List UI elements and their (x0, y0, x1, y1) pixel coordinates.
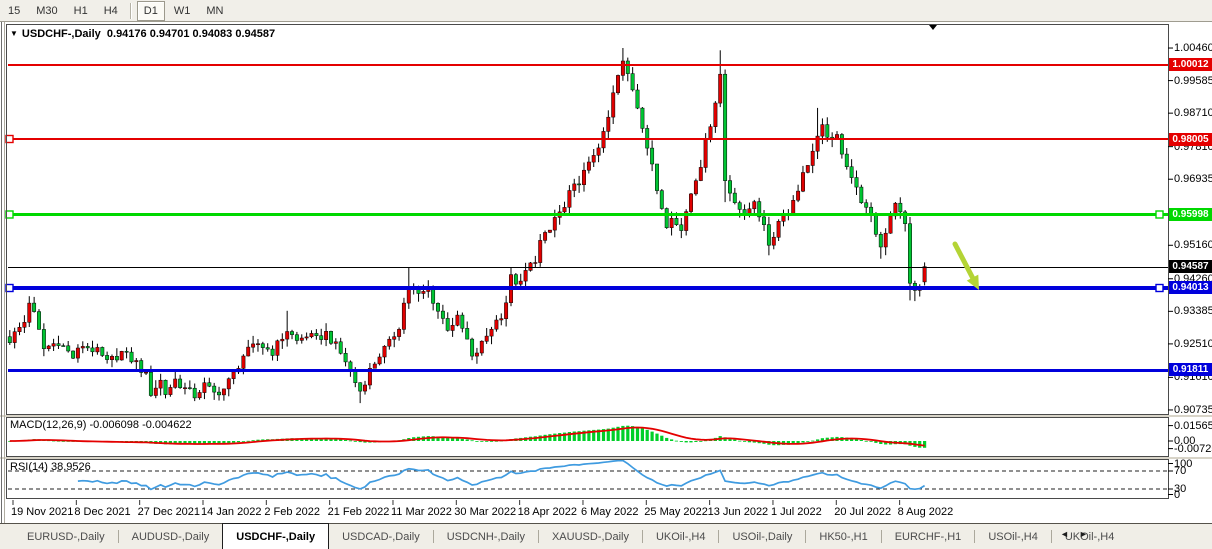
price-badge: 0.95998 (1169, 208, 1212, 221)
chart-dropdown-icon[interactable]: ▼ (10, 29, 18, 38)
date-axis-label: 30 Mar 2022 (454, 506, 516, 518)
symbol-tab-usoil-h4[interactable]: USOil-,H4 (975, 524, 1051, 549)
price-axis-tick: 0.93385 (1174, 305, 1212, 317)
date-axis-label: 14 Jan 2022 (201, 506, 262, 518)
timeframe-button-h4[interactable]: H4 (97, 1, 125, 21)
tab-scroll-right-icon[interactable]: ► (1079, 529, 1088, 539)
price-axis-tick: 0.98710 (1174, 107, 1212, 119)
price-badge: 0.98005 (1169, 133, 1212, 146)
date-axis-label: 25 May 2022 (644, 506, 708, 518)
timeframe-button-h1[interactable]: H1 (67, 1, 95, 21)
date-axis-label: 1 Jul 2022 (771, 506, 822, 518)
date-axis-label: 19 Nov 2021 (11, 506, 73, 518)
symbol-tab-eurchf-h1[interactable]: EURCHF-,H1 (882, 524, 975, 549)
date-axis-label: 6 May 2022 (581, 506, 638, 518)
date-axis-label: 20 Jul 2022 (834, 506, 891, 518)
timeframe-button-15[interactable]: 15 (1, 1, 27, 21)
tab-scroll-left-icon[interactable]: ◄ (1060, 529, 1069, 539)
symbol-tab-usdcad-daily[interactable]: USDCAD-,Daily (329, 524, 433, 549)
date-axis-label: 11 Mar 2022 (391, 506, 452, 518)
symbol-tab-usoil-daily[interactable]: USOil-,Daily (719, 524, 805, 549)
rsi-indicator-label: RSI(14) 38.9526 (10, 461, 91, 473)
symbol-tab-eurusd-daily[interactable]: EURUSD-,Daily (14, 524, 118, 549)
macd-axis-tick: -0.007259 (1174, 443, 1212, 455)
date-axis-label: 13 Jun 2022 (708, 506, 769, 518)
symbol-tab-ukoil-h4[interactable]: UKOil-,H4 (643, 524, 719, 549)
date-axis-label: 8 Dec 2021 (74, 506, 130, 518)
date-axis-label: 2 Feb 2022 (264, 506, 320, 518)
symbol-tab-usdcnh-daily[interactable]: USDCNH-,Daily (434, 524, 538, 549)
price-axis-tick: 0.99585 (1174, 75, 1212, 87)
symbol-tab-audusd-daily[interactable]: AUDUSD-,Daily (119, 524, 223, 549)
macd-axis-tick: 0.015654 (1174, 420, 1212, 432)
tab-scroll-arrows: ◄ ► (1060, 529, 1088, 539)
price-axis-tick: 1.00460 (1174, 42, 1212, 54)
price-badge: 1.00012 (1169, 58, 1212, 71)
timeframe-button-mn[interactable]: MN (199, 1, 230, 21)
timeframe-button-m30[interactable]: M30 (29, 1, 64, 21)
price-axis-tick: 0.92510 (1174, 338, 1212, 350)
tabbar-stub (0, 524, 14, 549)
chart-title: ▼ USDCHF-,Daily 0.94176 0.94701 0.94083 0… (10, 28, 275, 40)
mt4-chart-window: { "toolbar": { "timeframes": [ {"label":… (0, 0, 1212, 549)
symbol-tab-xauusd-daily[interactable]: XAUUSD-,Daily (539, 524, 642, 549)
macd-indicator-label: MACD(12,26,9) -0.006098 -0.004622 (10, 419, 192, 431)
chart-canvas[interactable] (0, 0, 1212, 549)
timeframe-button-d1[interactable]: D1 (137, 1, 165, 21)
timeframe-button-w1[interactable]: W1 (167, 1, 198, 21)
price-badge: 0.94587 (1169, 260, 1212, 273)
symbol-tabbar: EURUSD-,DailyAUDUSD-,DailyUSDCHF-,DailyU… (0, 523, 1212, 549)
date-axis-label: 27 Dec 2021 (138, 506, 200, 518)
price-badge: 0.91811 (1169, 363, 1212, 376)
date-axis-label: 21 Feb 2022 (328, 506, 390, 518)
timeframe-toolbar: 15M30H1H4 D1W1MN (0, 0, 1212, 22)
rsi-axis-tick: 70 (1174, 465, 1186, 477)
rsi-axis-tick: 0 (1174, 489, 1180, 501)
chart-symbol-label: USDCHF-,Daily (22, 28, 101, 40)
date-axis-label: 18 Apr 2022 (518, 506, 577, 518)
price-badge: 0.94013 (1169, 281, 1212, 294)
chart-ohlc-values: 0.94176 0.94701 0.94083 0.94587 (107, 28, 275, 40)
symbol-tab-usdchf-daily[interactable]: USDCHF-,Daily (222, 523, 329, 549)
price-axis-tick: 0.96935 (1174, 173, 1212, 185)
price-axis-tick: 0.95160 (1174, 239, 1212, 251)
price-axis-tick: 0.90735 (1174, 404, 1212, 416)
date-axis-label: 8 Aug 2022 (898, 506, 954, 518)
toolbar-separator (130, 3, 132, 19)
symbol-tab-hk50-h1[interactable]: HK50-,H1 (806, 524, 880, 549)
